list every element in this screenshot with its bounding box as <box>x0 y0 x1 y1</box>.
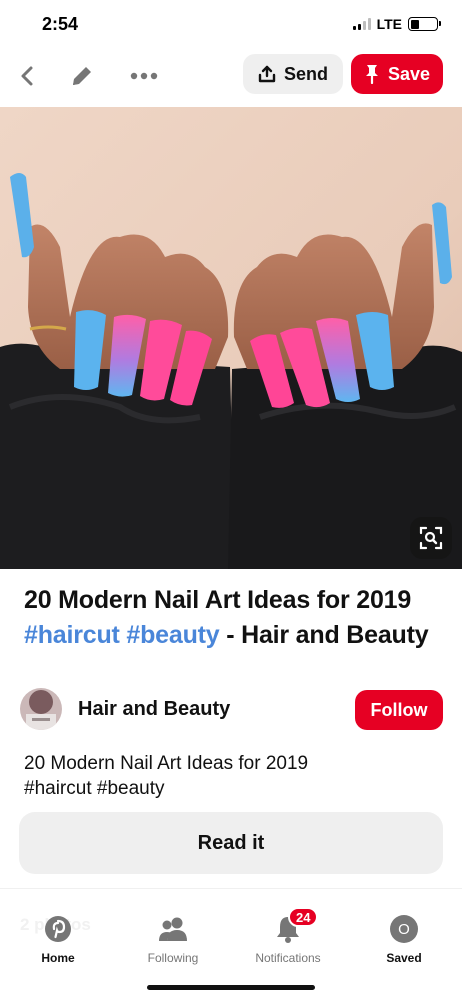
profile-avatar-icon: O <box>388 913 420 945</box>
notification-badge: 24 <box>288 907 319 927</box>
pin-title-hashtags[interactable]: #haircut #beauty <box>24 621 220 649</box>
save-label: Save <box>387 63 431 84</box>
send-button[interactable]: Send <box>243 54 343 94</box>
creator-row: Hair and Beauty Follow <box>20 688 444 732</box>
nail-art-photo <box>0 107 462 569</box>
pin-description-line: 20 Modern Nail Art Ideas for 2019 <box>24 753 309 774</box>
tab-following[interactable]: Following <box>123 913 223 965</box>
pushpin-icon <box>365 65 378 84</box>
tab-notifications[interactable]: 24 Notifications <box>238 907 338 965</box>
more-options-button[interactable] <box>126 58 162 94</box>
pinterest-logo-icon <box>42 913 74 945</box>
status-time: 2:54 <box>42 14 79 34</box>
back-button[interactable] <box>10 58 46 94</box>
tab-notifications-label: Notifications <box>255 951 321 965</box>
pin-title-source: - Hair and Beauty <box>219 621 429 649</box>
tab-saved[interactable]: O Saved <box>354 913 454 965</box>
visual-search-icon <box>419 526 443 550</box>
follow-button[interactable]: Follow <box>355 690 443 730</box>
cell-signal-icon <box>352 18 371 30</box>
bell-icon: 24 <box>272 907 319 945</box>
battery-icon <box>408 17 441 31</box>
chevron-left-icon <box>21 66 33 86</box>
creator-avatar[interactable] <box>20 688 62 730</box>
network-label: LTE <box>376 16 402 32</box>
pin-description: 20 Modern Nail Art Ideas for 2019 #hairc… <box>24 751 434 801</box>
tab-home-label: Home <box>41 951 75 965</box>
pin-top-nav: Send Save <box>0 50 462 106</box>
share-upload-icon <box>258 65 276 83</box>
creator-name[interactable]: Hair and Beauty <box>78 698 230 721</box>
edit-button[interactable] <box>64 58 100 94</box>
people-icon <box>157 913 189 945</box>
read-it-button[interactable]: Read it <box>19 812 443 874</box>
bottom-tab-bar: 2 photos Home Following 24 Notifications… <box>0 888 462 1000</box>
visual-search-button[interactable] <box>410 517 452 559</box>
pin-title: 20 Modern Nail Art Ideas for 2019 #hairc… <box>24 583 434 653</box>
save-button[interactable]: Save <box>351 54 443 94</box>
pencil-icon <box>73 67 91 85</box>
pin-image[interactable] <box>0 107 462 569</box>
pin-description-hashtags: #haircut #beauty <box>24 778 165 799</box>
home-indicator[interactable] <box>147 985 315 990</box>
status-bar: 2:54 LTE <box>0 0 462 50</box>
more-dots-icon <box>130 72 158 80</box>
tab-home[interactable]: Home <box>8 913 108 965</box>
profile-avatar-letter: O <box>390 915 418 943</box>
creator-avatar-image <box>20 688 62 730</box>
tab-saved-label: Saved <box>386 951 422 965</box>
status-indicators: LTE <box>352 16 441 32</box>
send-label: Send <box>283 63 328 84</box>
pin-title-text: 20 Modern Nail Art Ideas for 2019 <box>24 586 412 614</box>
tab-following-label: Following <box>147 951 199 965</box>
